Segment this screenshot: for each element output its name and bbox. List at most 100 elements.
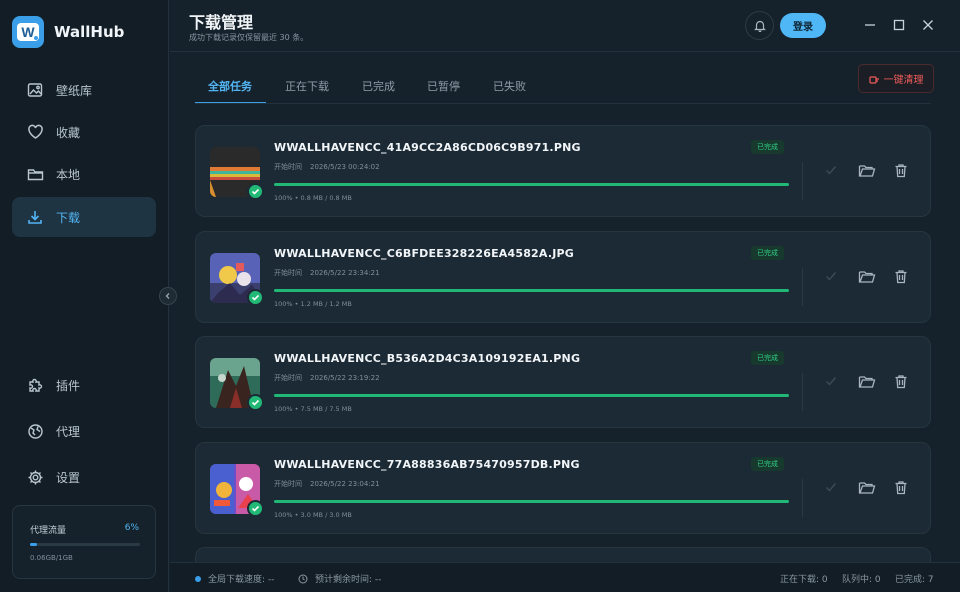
status-badge: 已完成 [751, 140, 784, 154]
check-icon [826, 166, 837, 175]
global-speed: 全局下载速度: -- [195, 572, 274, 585]
tab-paused[interactable]: 已暂停 [427, 78, 460, 94]
traffic-label: 代理流量 [30, 526, 67, 536]
card-divider [802, 162, 803, 200]
tab-completed[interactable]: 已完成 [362, 78, 395, 94]
card-divider [802, 373, 803, 411]
done-check-button[interactable] [822, 161, 840, 179]
sidebar-item-label: 代理 [56, 424, 81, 439]
task-progress-fill [274, 289, 789, 292]
completed-check-icon [247, 289, 264, 306]
status-bar: 全局下载速度: -- 预计剩余时间: -- 正在下载: 0 队列中: 0 已完成… [170, 562, 960, 592]
minimize-button[interactable] [862, 17, 878, 33]
clear-all-button[interactable]: 一键清理 [858, 64, 934, 93]
sidebar-item-label: 本地 [56, 167, 81, 182]
task-progress-bar [274, 289, 789, 292]
close-icon [923, 20, 933, 30]
task-start-time: 开始时间 2026/5/22 23:04:21 [274, 480, 380, 488]
logo-icon: W [12, 16, 44, 48]
check-icon [826, 483, 837, 492]
open-folder-button[interactable] [858, 478, 876, 496]
maximize-icon [893, 19, 905, 31]
done-check-button[interactable] [822, 372, 840, 390]
download-task-card: WWALLHAVENCC_77A88836AB75470957DB.PNG 开始… [195, 442, 931, 534]
sidebar-item-settings[interactable]: 设置 [12, 457, 156, 497]
chevron-left-icon [165, 293, 170, 299]
tab-failed[interactable]: 已失败 [493, 78, 526, 94]
sidebar-item-favorites[interactable]: 收藏 [12, 112, 156, 152]
completed-check-icon [247, 183, 264, 200]
sidebar-item-label: 设置 [56, 470, 81, 485]
clock-icon [298, 574, 308, 583]
traffic-progress-bar [30, 543, 140, 546]
task-size-info: 100% • 0.8 MB / 0.8 MB [274, 194, 352, 202]
minimize-icon [865, 24, 875, 26]
sidebar-item-label: 下载 [56, 210, 81, 225]
card-divider [802, 268, 803, 306]
task-progress-fill [274, 183, 789, 186]
sidebar-item-label: 插件 [56, 378, 81, 393]
remaining-time: 预计剩余时间: -- [298, 572, 381, 585]
sidebar-item-wallpapers[interactable]: 壁纸库 [12, 70, 156, 110]
card-divider [802, 479, 803, 517]
queued-count: 队列中: 0 [842, 575, 881, 585]
notifications-button[interactable] [745, 11, 774, 40]
sidebar-item-label: 收藏 [56, 125, 81, 140]
delete-button[interactable] [892, 372, 910, 390]
tab-all-tasks[interactable]: 全部任务 [208, 78, 252, 94]
maximize-button[interactable] [891, 17, 907, 33]
login-button[interactable]: 登录 [780, 13, 826, 38]
app-logo: W WallHub [12, 16, 124, 48]
check-icon [826, 272, 837, 281]
completed-check-icon [247, 394, 264, 411]
app-name: WallHub [54, 23, 125, 41]
clear-all-label: 一键清理 [883, 75, 924, 86]
done-check-button[interactable] [822, 478, 840, 496]
globe-icon [26, 422, 44, 440]
status-badge: 已完成 [751, 351, 784, 365]
open-folder-button[interactable] [858, 161, 876, 179]
completed-count: 已完成: 7 [895, 575, 934, 585]
sidebar-item-downloads[interactable]: 下载 [12, 197, 156, 237]
task-progress-fill [274, 394, 789, 397]
sidebar-item-plugins[interactable]: 插件 [12, 365, 156, 405]
tab-downloading[interactable]: 正在下载 [285, 78, 329, 94]
delete-button[interactable] [892, 478, 910, 496]
sidebar-collapse-button[interactable] [159, 287, 177, 305]
tabs-divider [195, 103, 931, 104]
task-filename: WWALLHAVENCC_41A9CC2A86CD06C9B971.PNG [274, 141, 581, 154]
status-badge: 已完成 [751, 457, 784, 471]
page-title: 下载管理 [189, 13, 254, 32]
check-icon [826, 377, 837, 386]
trash-icon [895, 163, 907, 177]
close-button[interactable] [920, 17, 936, 33]
proxy-traffic-panel: 代理流量 6% 0.06GB/1GB [12, 505, 156, 579]
puzzle-icon [26, 376, 44, 394]
task-progress-bar [274, 394, 789, 397]
status-badge: 已完成 [751, 246, 784, 260]
image-icon [26, 81, 44, 99]
header: 下载管理 成功下载记录仅保留最近 30 条。 登录 [170, 0, 960, 52]
open-folder-button[interactable] [858, 372, 876, 390]
svg-text:W: W [21, 24, 35, 40]
sidebar-item-local[interactable]: 本地 [12, 154, 156, 194]
delete-button[interactable] [892, 161, 910, 179]
sidebar: W WallHub 壁纸库 收藏 本地 下载 插件 代理 设置 代理流量 6% … [0, 0, 169, 592]
folder-open-icon [858, 164, 876, 177]
download-task-card: WWALLHAVENCC_C6BFDEE328226EA4582A.JPG 开始… [195, 231, 931, 323]
download-icon [26, 208, 44, 226]
page-subtitle: 成功下载记录仅保留最近 30 条。 [189, 33, 309, 42]
done-check-button[interactable] [822, 267, 840, 285]
delete-button[interactable] [892, 267, 910, 285]
traffic-progress-fill [30, 543, 37, 546]
sidebar-item-proxy[interactable]: 代理 [12, 411, 156, 451]
task-progress-bar [274, 500, 789, 503]
task-filename: WWALLHAVENCC_C6BFDEE328226EA4582A.JPG [274, 247, 574, 260]
task-size-info: 100% • 1.2 MB / 1.2 MB [274, 300, 352, 308]
bell-icon [753, 20, 766, 32]
task-filename: WWALLHAVENCC_77A88836AB75470957DB.PNG [274, 458, 580, 471]
folder-icon [26, 165, 44, 183]
open-folder-button[interactable] [858, 267, 876, 285]
traffic-usage: 0.06GB/1GB [30, 554, 73, 562]
trash-icon [895, 269, 907, 283]
